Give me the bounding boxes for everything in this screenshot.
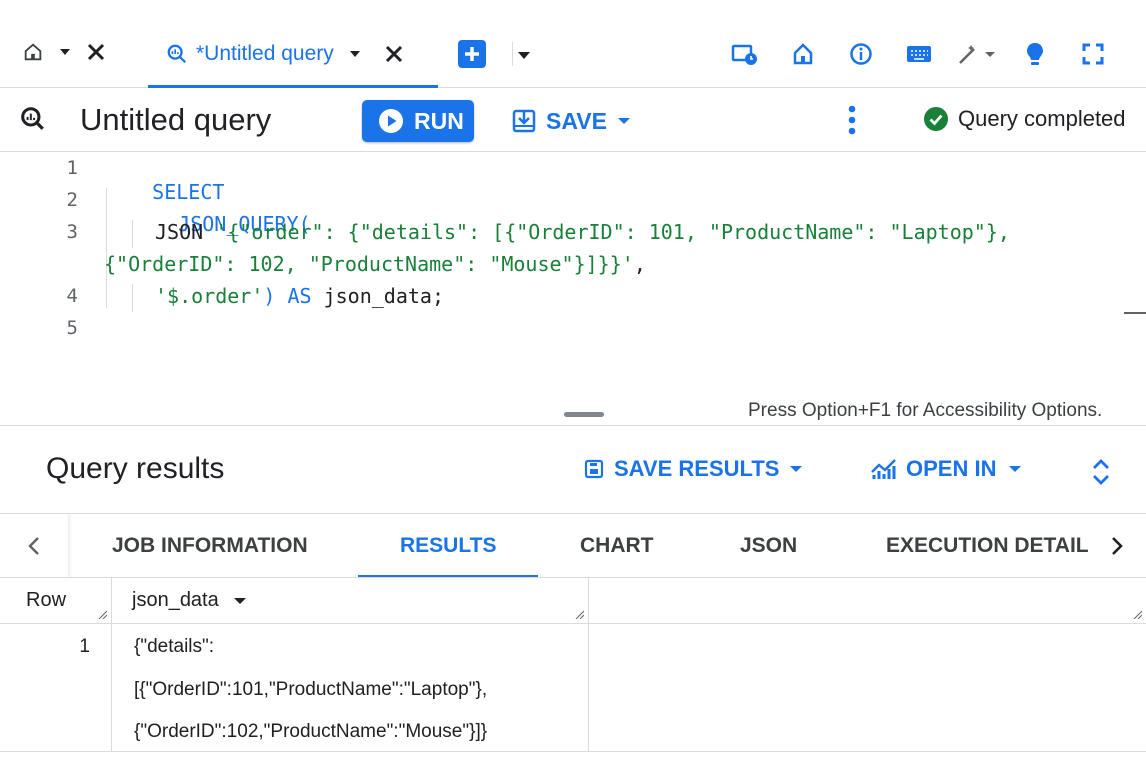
column-resize-handle[interactable] xyxy=(97,609,107,619)
caret-down-icon xyxy=(790,466,803,472)
tab-label: *Untitled query xyxy=(196,41,334,65)
run-button[interactable]: RUN xyxy=(362,100,474,142)
scroll-tabs-left-button[interactable] xyxy=(0,514,68,577)
column-divider xyxy=(588,624,589,752)
keyword-json: JSON xyxy=(155,220,216,244)
code-line-3-wrapped: {"OrderID": 102, "ProductName": "Mouse"}… xyxy=(104,252,646,276)
tab-menu-icon[interactable] xyxy=(348,49,362,59)
more-options-icon[interactable] xyxy=(842,104,862,136)
resize-handle[interactable] xyxy=(564,412,604,417)
chart-icon xyxy=(871,459,896,479)
expand-collapse-icon[interactable] xyxy=(1088,456,1114,488)
tab-results[interactable]: RESULTS xyxy=(357,514,540,577)
line-number-gutter: 1 2 3 4 5 xyxy=(0,152,104,398)
sort-caret-icon[interactable] xyxy=(233,596,247,606)
row-divider xyxy=(0,751,1146,752)
chevron-left-icon xyxy=(28,537,39,555)
save-label: SAVE xyxy=(546,107,607,134)
comma: , xyxy=(633,252,646,276)
save-results-label: SAVE RESULTS xyxy=(614,456,780,481)
scroll-tabs-right-button[interactable] xyxy=(1088,514,1146,577)
home-tab[interactable] xyxy=(22,36,106,68)
column-resize-handle[interactable] xyxy=(1132,609,1142,619)
query-icon xyxy=(20,106,46,137)
indent-guide xyxy=(132,284,133,312)
save-icon xyxy=(584,459,604,479)
tab-job-information[interactable]: JOB INFORMATION xyxy=(112,514,308,577)
tab-untitled-query[interactable]: *Untitled query xyxy=(148,22,438,88)
column-alias: json_data; xyxy=(311,284,445,308)
home-icon[interactable] xyxy=(22,41,44,63)
json-data-cell-line[interactable]: {"OrderID":102,"ProductName":"Mouse"}]} xyxy=(134,721,487,743)
check-circle-icon xyxy=(924,107,948,131)
play-icon xyxy=(379,109,403,133)
editor-footer: Press Option+F1 for Accessibility Option… xyxy=(0,398,1146,426)
code-line-4: '$.order') AS json_data; xyxy=(155,284,444,308)
line-number: 1 xyxy=(66,157,78,179)
line-number: 2 xyxy=(66,189,78,211)
tab-json[interactable]: JSON xyxy=(740,514,797,577)
tab-bar: *Untitled query xyxy=(0,0,1146,88)
caret-down-icon xyxy=(617,118,630,124)
save-button[interactable]: SAVE xyxy=(512,102,631,140)
line-number: 3 xyxy=(66,221,78,243)
caret-down-icon xyxy=(1009,466,1022,472)
home-toolbar-icon[interactable] xyxy=(774,36,832,72)
chevron-right-icon xyxy=(1112,537,1123,555)
new-tab-button[interactable] xyxy=(458,40,486,68)
open-in-button[interactable]: OPEN IN xyxy=(870,456,1022,482)
toolbar-icons xyxy=(716,36,1122,72)
line-number: 5 xyxy=(66,317,78,339)
results-grid: Row json_data 1 {"details": [{"OrderID":… xyxy=(0,578,1146,768)
close-home-tab-icon[interactable] xyxy=(86,42,106,62)
path-string-literal: '$.order' xyxy=(155,284,264,308)
save-icon xyxy=(512,109,536,133)
plus-icon xyxy=(465,47,479,61)
column-header-row: Row xyxy=(0,578,112,624)
magic-wand-icon[interactable] xyxy=(948,36,1006,72)
json-data-cell-line[interactable]: {"details": xyxy=(134,636,214,658)
results-tabs: JOB INFORMATION RESULTS CHART JSON EXECU… xyxy=(0,514,1146,578)
sql-editor[interactable]: 1 2 3 4 5 SELECT JSON_QUERY( JSON '{"ord… xyxy=(0,152,1146,398)
schedule-icon[interactable] xyxy=(716,36,774,72)
line-number: 4 xyxy=(66,285,78,307)
run-label: RUN xyxy=(414,107,464,134)
tab-execution-details[interactable]: EXECUTION DETAIL xyxy=(886,514,1089,577)
query-status: Query completed xyxy=(924,106,1126,132)
info-icon[interactable] xyxy=(832,36,890,72)
row-number: 1 xyxy=(79,636,90,657)
column-header-label: Row xyxy=(26,589,67,611)
column-header-empty xyxy=(589,578,1146,624)
query-header: Untitled query RUN SAVE Query completed xyxy=(0,88,1146,152)
tab-chart[interactable]: CHART xyxy=(580,514,654,577)
column-resize-handle[interactable] xyxy=(574,609,584,619)
results-title: Query results xyxy=(46,452,225,485)
query-tab-icon xyxy=(166,43,188,65)
column-header-json-data[interactable]: json_data xyxy=(112,578,589,624)
save-results-button[interactable]: SAVE RESULTS xyxy=(584,456,803,482)
close-paren: ) xyxy=(263,284,288,308)
open-in-label: OPEN IN xyxy=(906,456,997,481)
query-title[interactable]: Untitled query xyxy=(80,102,271,138)
keyword-as: AS xyxy=(287,284,312,308)
results-header: Query results SAVE RESULTS OPEN IN xyxy=(0,426,1146,514)
column-header-label: json_data xyxy=(132,589,219,611)
fullscreen-icon[interactable] xyxy=(1064,36,1122,72)
accessibility-hint: Press Option+F1 for Accessibility Option… xyxy=(748,400,1103,421)
new-tab-menu-button[interactable] xyxy=(512,42,531,66)
json-string-literal-cont: {"OrderID": 102, "ProductName": "Mouse"}… xyxy=(104,252,634,276)
status-text: Query completed xyxy=(958,106,1126,131)
caret-down-icon xyxy=(518,52,530,59)
close-tab-icon[interactable] xyxy=(384,44,404,64)
lightbulb-icon[interactable] xyxy=(1006,36,1064,72)
keyboard-icon[interactable] xyxy=(890,36,948,72)
code-line-3: JSON '{"order": {"details": [{"OrderID":… xyxy=(155,220,1010,244)
json-string-literal: '{"order": {"details": [{"OrderID": 101,… xyxy=(215,220,1010,244)
json-data-cell-line[interactable]: [{"OrderID":101,"ProductName":"Laptop"}, xyxy=(134,679,487,701)
editor-scrollbar-marker[interactable] xyxy=(1124,312,1146,314)
home-tab-menu-icon[interactable] xyxy=(58,47,72,57)
column-divider xyxy=(111,624,112,752)
